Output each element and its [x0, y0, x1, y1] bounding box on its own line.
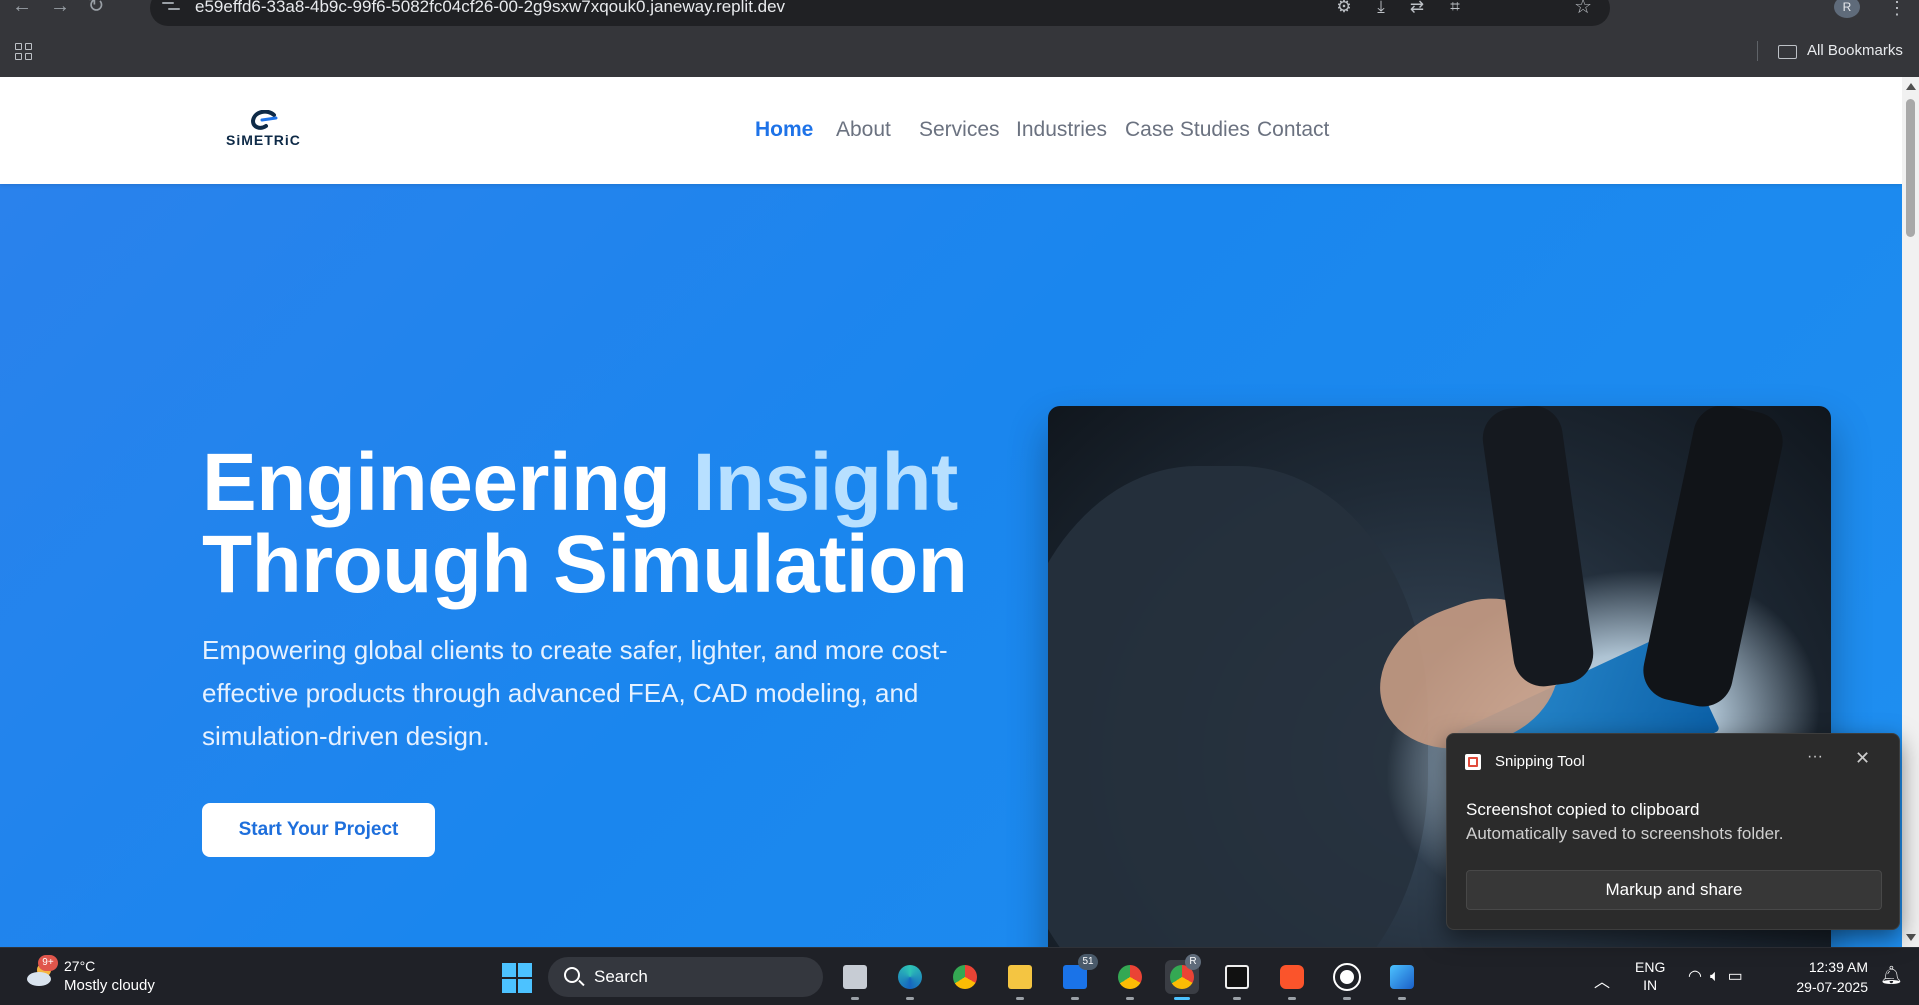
hero-title-part1: Engineering: [202, 437, 693, 528]
windows-start-icon[interactable]: [502, 963, 532, 993]
volume-icon: 🔈︎: [1709, 968, 1728, 985]
notification-title: Screenshot copied to clipboard: [1466, 800, 1700, 819]
task-view-icon: [843, 965, 867, 989]
page-scrollbar[interactable]: [1902, 77, 1919, 947]
bookmarks-bar: All Bookmarks: [0, 26, 1919, 77]
more-options-icon[interactable]: ···: [1807, 748, 1823, 766]
chevron-up-icon[interactable]: ︿: [1594, 968, 1610, 992]
all-bookmarks-link[interactable]: All Bookmarks: [1807, 42, 1903, 59]
snipping-tool-notification[interactable]: Snipping Tool ··· ✕ Screenshot copied to…: [1446, 733, 1900, 930]
clock[interactable]: 12:39 AM 29-07-2025: [1784, 957, 1868, 997]
nav-case-studies[interactable]: Case Studies: [1125, 118, 1250, 142]
notification-app-name: Snipping Tool: [1495, 753, 1585, 770]
site-logo[interactable]: SiMETRiC: [226, 110, 301, 150]
scroll-down-icon[interactable]: [1906, 934, 1916, 941]
clock-time: 12:39 AM: [1808, 959, 1868, 975]
running-indicator: [906, 997, 914, 1000]
running-indicator: [1016, 997, 1024, 1000]
translate-icon[interactable]: ⇄: [1406, 0, 1428, 18]
hero-title-part2: Through Simulation: [202, 519, 968, 610]
browser-toolbar: ← → ↻ e59effd6-33a8-4b9c-99f6-5082fc04cf…: [0, 0, 1919, 26]
edge-icon: [898, 965, 922, 989]
weather-alert-badge: 9+: [38, 955, 58, 971]
wifi-icon: ◠: [1688, 968, 1710, 985]
bookmarks-separator: [1757, 41, 1758, 61]
running-indicator: [1288, 997, 1296, 1000]
logo-text: SiMETRiC: [226, 132, 301, 148]
photos-icon: [1390, 965, 1414, 989]
back-icon[interactable]: ←: [12, 0, 32, 16]
download-icon[interactable]: ⤓: [1370, 0, 1392, 18]
hero-subtitle: Empowering global clients to create safe…: [202, 635, 948, 751]
task-view-app[interactable]: [838, 960, 872, 1000]
brave-lion-icon: [1280, 965, 1304, 989]
file-explorer-app[interactable]: [1003, 960, 1037, 1000]
start-project-button[interactable]: Start Your Project: [202, 803, 435, 857]
taskbar-search[interactable]: Search: [548, 957, 823, 997]
nav-about[interactable]: About: [836, 118, 891, 142]
running-indicator: [1343, 997, 1351, 1000]
taskbar: 9+ 27°C Mostly cloudy Search 51 R ︿ ENG …: [0, 947, 1919, 1005]
profile-avatar[interactable]: R: [1834, 0, 1860, 18]
nav-home[interactable]: Home: [755, 118, 813, 142]
snipping-tool-icon: [1465, 754, 1481, 770]
nav-services[interactable]: Services: [919, 118, 1000, 142]
search-placeholder: Search: [594, 967, 648, 986]
markup-and-share-button[interactable]: Markup and share: [1466, 870, 1882, 910]
search-icon: [564, 967, 580, 983]
site-header: SiMETRiC Home About Services Industries …: [0, 77, 1902, 184]
url-text[interactable]: e59effd6-33a8-4b9c-99f6-5082fc04cf26-00-…: [195, 0, 785, 17]
bookmark-star-icon[interactable]: ☆: [1574, 0, 1592, 19]
running-indicator: [1071, 997, 1079, 1000]
extensions-icon[interactable]: ⚙: [1333, 0, 1355, 18]
screenshot-icon[interactable]: ⌗: [1444, 0, 1466, 18]
notification-body: Automatically saved to screenshots folde…: [1466, 824, 1784, 843]
apps-grid-icon[interactable]: [15, 43, 33, 61]
logo-mark-icon: [250, 110, 278, 130]
running-indicator: [1174, 997, 1190, 1000]
folder-icon[interactable]: [1778, 45, 1797, 59]
photo-person-shape: [1048, 466, 1428, 947]
clock-date: 29-07-2025: [1796, 979, 1868, 995]
language-indicator[interactable]: ENG IN: [1635, 958, 1665, 994]
chrome-icon: [953, 965, 977, 989]
chatgpt-app[interactable]: [1330, 960, 1364, 1000]
site-info-icon[interactable]: [162, 0, 182, 14]
chrome-profile-app[interactable]: [1113, 960, 1147, 1000]
reload-icon[interactable]: ↻: [86, 0, 106, 16]
notification-bell-icon[interactable]: 🔔︎: [1880, 965, 1903, 986]
scroll-thumb[interactable]: [1906, 99, 1915, 237]
chrome-app[interactable]: [948, 960, 982, 994]
photos-app[interactable]: [1385, 960, 1419, 1000]
terminal-app[interactable]: [1220, 960, 1254, 1000]
mail-app[interactable]: 51: [1058, 954, 1098, 1000]
weather-condition: Mostly cloudy: [64, 977, 155, 994]
edge-app[interactable]: [893, 960, 927, 1000]
running-indicator: [1233, 997, 1241, 1000]
temperature: 27°C: [64, 958, 96, 974]
forward-icon[interactable]: →: [50, 0, 70, 16]
terminal-icon: [1225, 965, 1249, 989]
language-region: IN: [1643, 977, 1658, 993]
chrome-icon: [1118, 965, 1142, 989]
nav-industries[interactable]: Industries: [1016, 118, 1107, 142]
scroll-up-icon[interactable]: [1906, 83, 1916, 90]
folder-icon: [1008, 965, 1032, 989]
language-code: ENG: [1635, 959, 1666, 975]
system-tray-icons[interactable]: ◠🔈︎▭: [1688, 966, 1751, 986]
nav-contact[interactable]: Contact: [1257, 118, 1329, 142]
chrome-active-app[interactable]: R: [1165, 954, 1201, 1000]
brave-app[interactable]: [1275, 960, 1309, 1000]
hero-title: Engineering Insight Through Simulation: [202, 442, 1002, 606]
battery-icon: ▭: [1727, 968, 1751, 985]
chrome-profile-badge: R: [1185, 954, 1201, 970]
hero-title-accent: Insight: [692, 437, 959, 528]
mail-count-badge: 51: [1078, 954, 1098, 970]
openai-icon: [1333, 963, 1361, 991]
running-indicator: [851, 997, 859, 1000]
running-indicator: [1398, 997, 1406, 1000]
menu-kebab-icon[interactable]: ⋮: [1888, 0, 1906, 19]
close-icon[interactable]: ✕: [1855, 748, 1870, 769]
running-indicator: [1126, 997, 1134, 1000]
